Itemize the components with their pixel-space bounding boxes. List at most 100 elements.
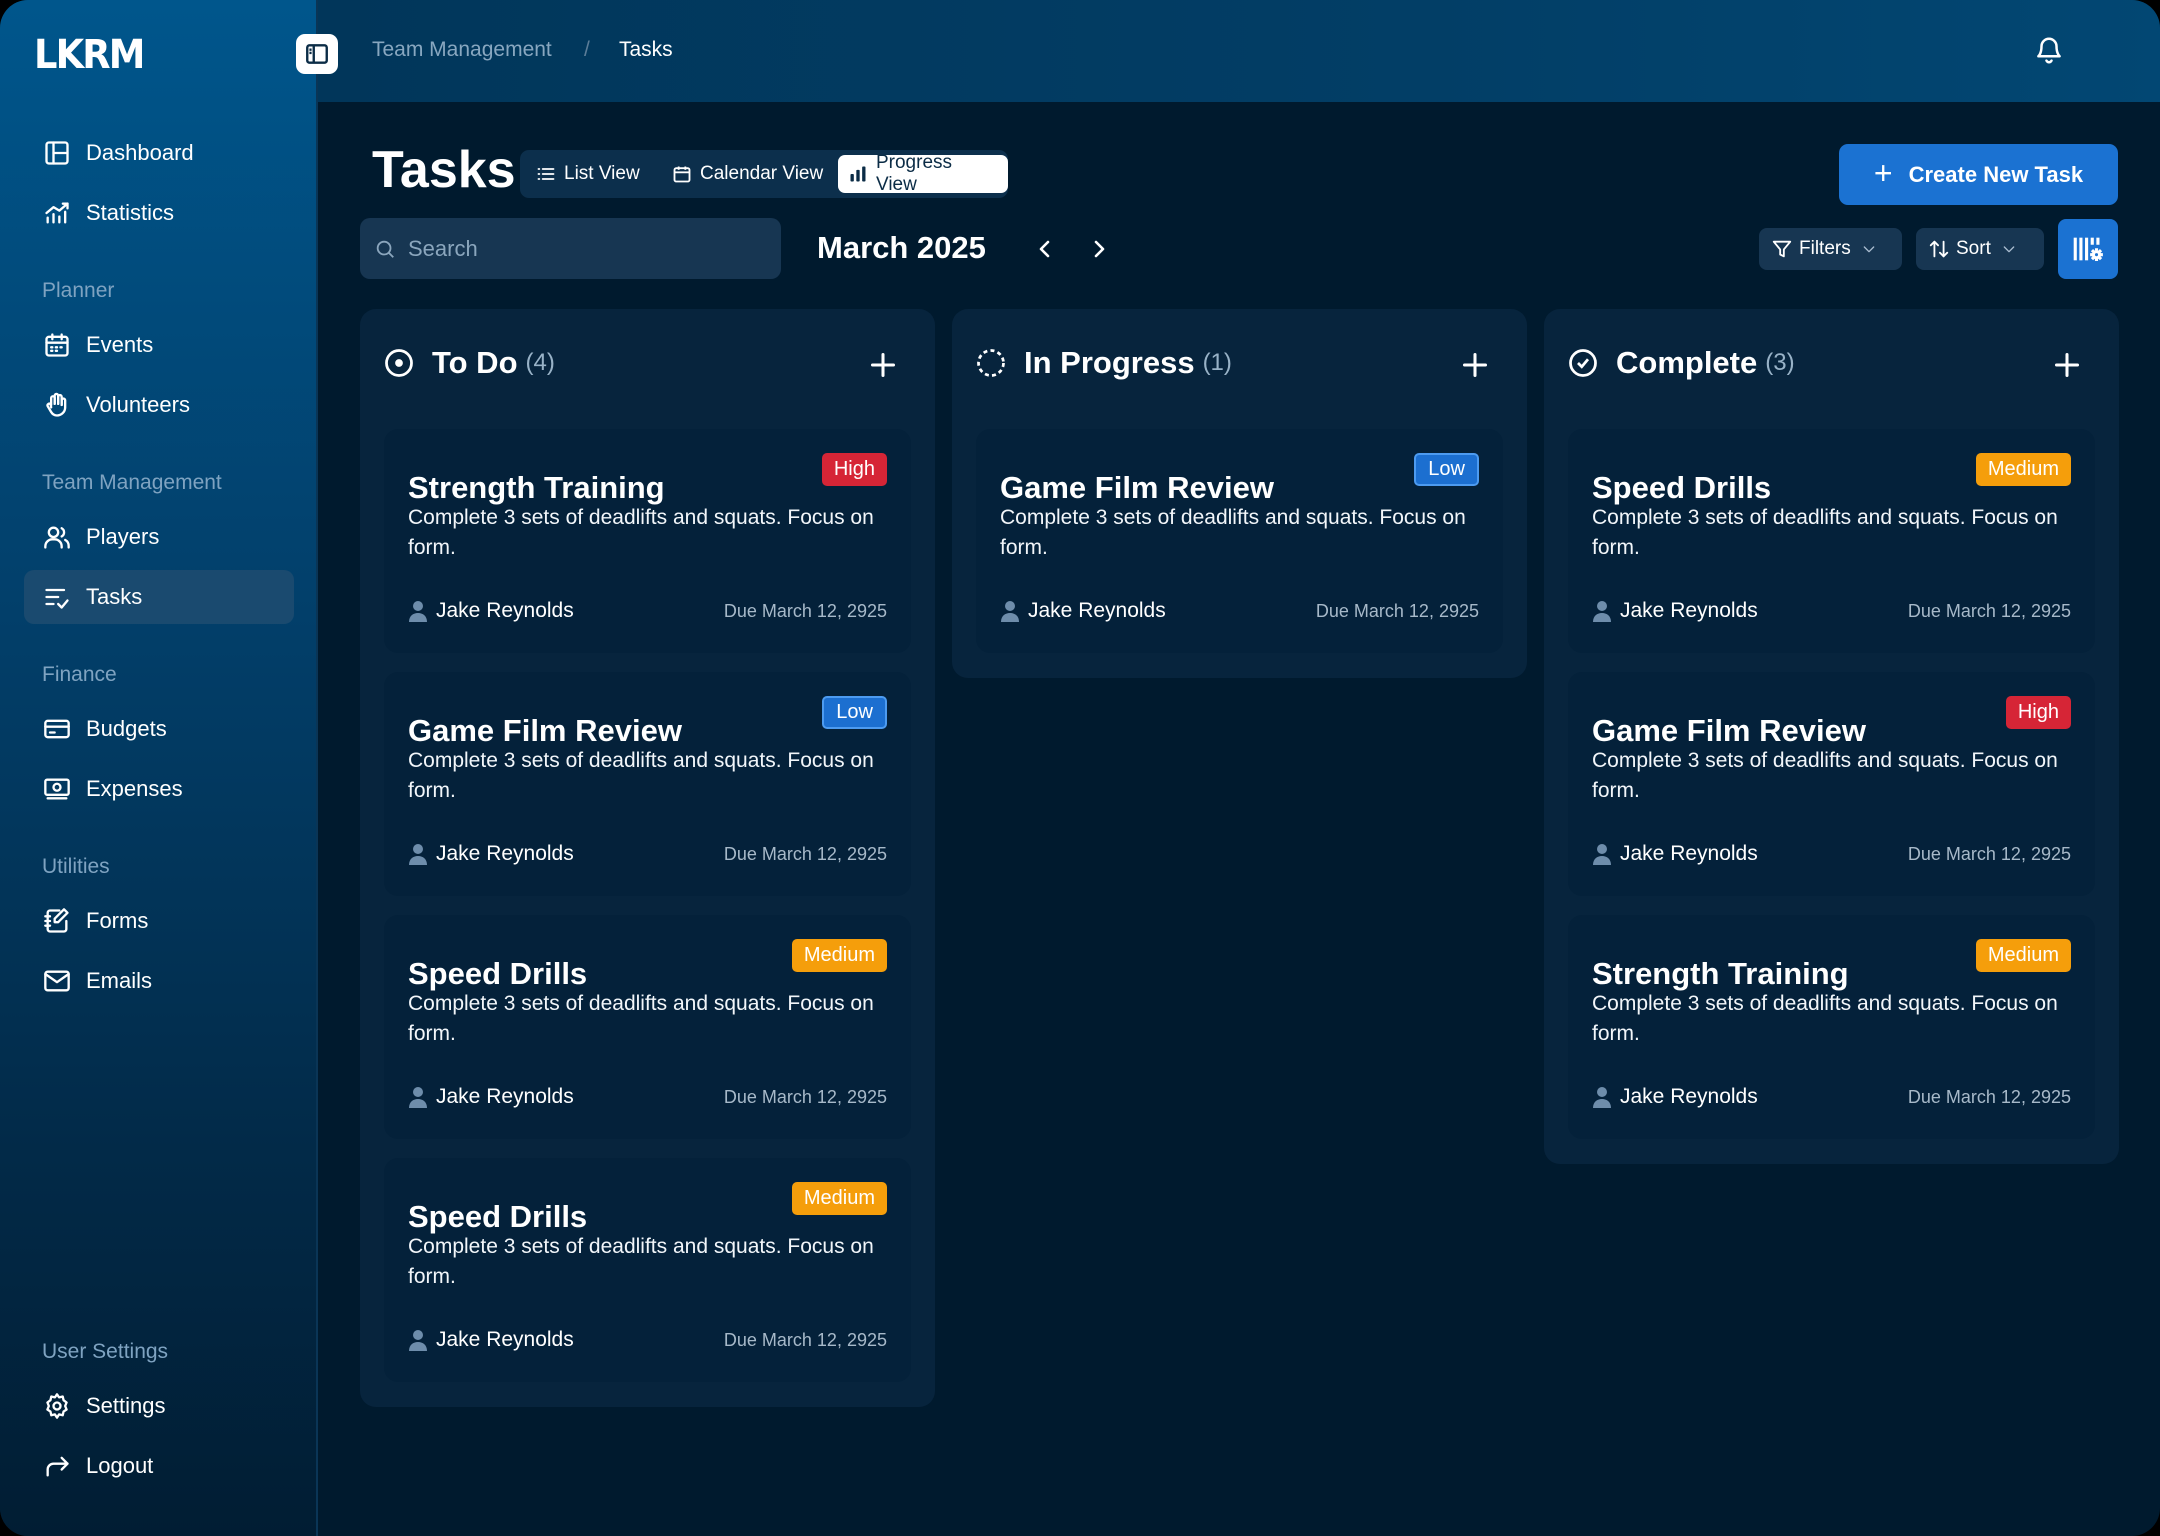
assignee-name: Jake Reynolds	[1620, 1085, 1758, 1108]
task-description: Complete 3 sets of deadlifts and squats.…	[1000, 506, 1466, 559]
tab-calendar-view[interactable]: Calendar View	[662, 155, 833, 193]
assignee-name: Jake Reynolds	[436, 1085, 574, 1108]
board-settings-button[interactable]	[2058, 219, 2118, 279]
task-title: Strength Training	[408, 470, 665, 505]
task-card[interactable]: Game Film Review High Complete 3 sets of…	[1568, 672, 2095, 896]
chevron-down-icon	[2003, 246, 2015, 253]
view-switcher: List View Calendar View Progress View	[520, 150, 1008, 198]
column-header: In Progress (1)	[976, 345, 1232, 381]
sidebar-item-label: Volunteers	[86, 392, 190, 417]
sort-dropdown[interactable]: Sort	[1916, 228, 2044, 270]
create-new-task-button[interactable]: + Create New Task	[1839, 144, 2118, 205]
sidebar-item-settings[interactable]: Settings	[24, 1379, 294, 1433]
task-card[interactable]: Strength Training High Complete 3 sets o…	[384, 429, 911, 653]
priority-badge: Low	[1414, 453, 1479, 486]
sidebar-item-label: Expenses	[86, 776, 183, 801]
sidebar-toggle-button[interactable]	[296, 34, 338, 74]
add-task-button[interactable]	[869, 351, 897, 379]
breadcrumb-team-management[interactable]: Team Management	[372, 38, 552, 62]
previous-month-button[interactable]	[1030, 232, 1060, 266]
sidebar-item-label: Budgets	[86, 716, 167, 741]
task-title: Game Film Review	[1000, 470, 1274, 505]
sidebar-item-statistics[interactable]: Statistics	[24, 186, 294, 240]
nav-section-finance: Finance	[42, 663, 117, 686]
column-in-progress: In Progress (1) Game Film Review Low Com…	[952, 309, 1527, 678]
sidebar-item-volunteers[interactable]: Volunteers	[24, 378, 294, 432]
tab-label: Calendar View	[700, 163, 824, 184]
filters-dropdown[interactable]: Filters	[1759, 228, 1902, 270]
tab-label: Progress View	[875, 152, 953, 195]
calendar-icon	[673, 166, 691, 183]
app-logo: LKRM	[34, 32, 145, 78]
sidebar-item-budgets[interactable]: Budgets	[24, 702, 294, 756]
task-due-date: Due March 12, 2925	[723, 1330, 887, 1350]
task-card[interactable]: Speed Drills Medium Complete 3 sets of d…	[384, 915, 911, 1139]
tab-progress-view[interactable]: Progress View	[838, 152, 1008, 195]
app-window: LKRM Dashboard Statistics Planner Events…	[0, 0, 2160, 1536]
next-month-button[interactable]	[1084, 232, 1114, 266]
sidebar-item-label: Settings	[86, 1393, 166, 1418]
create-button-label: Create New Task	[1908, 161, 2084, 187]
sidebar-item-tasks[interactable]: Tasks	[24, 570, 294, 624]
priority-badge: Low	[822, 696, 887, 729]
task-assignee: Jake Reynolds	[1592, 1085, 1758, 1109]
task-due-date: Due March 12, 2925	[723, 1087, 887, 1107]
task-card[interactable]: Game Film Review Low Complete 3 sets of …	[384, 672, 911, 896]
task-description: Complete 3 sets of deadlifts and squats.…	[1592, 506, 2058, 559]
add-task-button[interactable]	[1461, 351, 1489, 379]
task-description: Complete 3 sets of deadlifts and squats.…	[1592, 749, 2058, 802]
task-description: Complete 3 sets of deadlifts and squats.…	[408, 992, 874, 1045]
tab-list-view[interactable]: List View	[526, 155, 650, 193]
sidebar-item-logout[interactable]: Logout	[24, 1439, 294, 1493]
column-count: (4)	[525, 349, 555, 376]
person-icon	[1593, 844, 1611, 865]
priority-badge: Medium	[1975, 453, 2071, 486]
assignee-name: Jake Reynolds	[1620, 599, 1758, 622]
assignee-name: Jake Reynolds	[436, 842, 574, 865]
column-todo: To Do (4) Strength Training High Complet…	[360, 309, 935, 1407]
column-title: Complete	[1616, 345, 1758, 380]
assignee-name: Jake Reynolds	[1620, 842, 1758, 865]
form-icon	[42, 906, 72, 936]
person-icon	[409, 844, 427, 865]
person-icon	[409, 1330, 427, 1351]
panel-icon	[306, 44, 328, 64]
sidebar-item-forms[interactable]: Forms	[24, 894, 294, 948]
task-due-date: Due March 12, 2925	[723, 601, 887, 621]
add-task-button[interactable]	[2053, 351, 2081, 379]
nav-section-team-management: Team Management	[42, 471, 222, 494]
sidebar-item-label: Events	[86, 332, 154, 357]
task-card[interactable]: Strength Training Medium Complete 3 sets…	[1568, 915, 2095, 1139]
users-icon	[42, 522, 72, 552]
sidebar: LKRM Dashboard Statistics Planner Events…	[0, 0, 318, 1536]
sidebar-item-emails[interactable]: Emails	[24, 954, 294, 1008]
page-title: Tasks	[372, 141, 516, 199]
person-icon	[1593, 1087, 1611, 1108]
dashboard-icon	[42, 138, 72, 168]
column-count: (1)	[1202, 349, 1232, 376]
person-icon	[1593, 601, 1611, 622]
sidebar-item-events[interactable]: Events	[24, 318, 294, 372]
priority-badge: Medium	[1975, 939, 2071, 972]
task-card[interactable]: Game Film Review Low Complete 3 sets of …	[976, 429, 1503, 653]
priority-badge: High	[821, 453, 887, 486]
task-assignee: Jake Reynolds	[1592, 842, 1758, 866]
sort-label: Sort	[1956, 238, 1991, 259]
sidebar-item-label: Tasks	[86, 584, 143, 609]
notifications-button[interactable]	[2034, 34, 2064, 66]
sidebar-item-dashboard[interactable]: Dashboard	[24, 126, 294, 180]
sidebar-item-players[interactable]: Players	[24, 510, 294, 564]
sidebar-item-label: Logout	[86, 1453, 154, 1478]
sidebar-item-expenses[interactable]: Expenses	[24, 762, 294, 816]
task-card[interactable]: Speed Drills Medium Complete 3 sets of d…	[1568, 429, 2095, 653]
check-circle-icon	[1569, 349, 1597, 377]
task-card[interactable]: Speed Drills Medium Complete 3 sets of d…	[384, 1158, 911, 1382]
sidebar-item-label: Emails	[86, 968, 153, 993]
column-title: To Do	[432, 345, 518, 380]
task-due-date: Due March 12, 2925	[1907, 601, 2071, 621]
search-input[interactable]	[408, 235, 768, 262]
priority-badge: Medium	[791, 1182, 887, 1215]
sidebar-item-label: Players	[86, 524, 160, 549]
task-due-date: Due March 12, 2925	[1907, 1087, 2071, 1107]
person-icon	[409, 1087, 427, 1108]
